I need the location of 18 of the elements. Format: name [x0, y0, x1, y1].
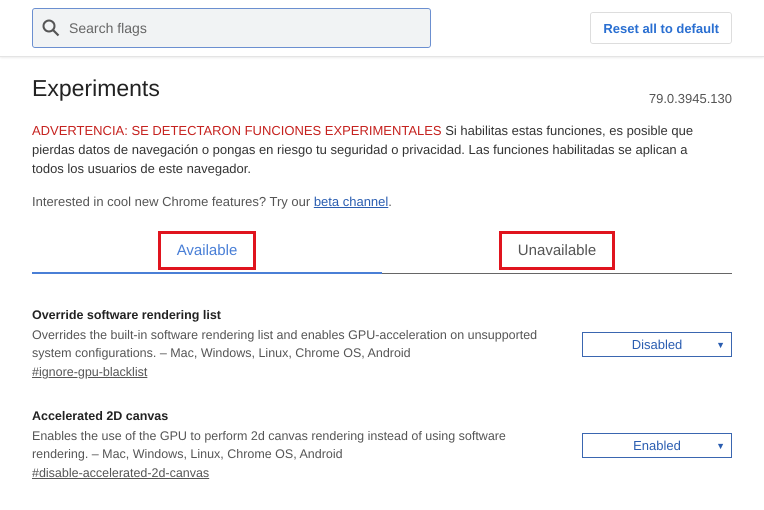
flag-dropdown[interactable]: Disabled ▼	[582, 332, 732, 357]
flag-description: Overrides the built-in software rendering list and enables GPU-acceleration on unsupported system configurations. – Mac, Windows, Linux, Chrome OS, Android	[32, 327, 538, 362]
flag-link[interactable]: #disable-accelerated-2d-canvas	[32, 466, 210, 480]
warning-text: ADVERTENCIA: SE DETECTARON FUNCIONES EXPERIMENTALES Si habilitas estas funciones, es posible que pierdas datos de navegación o pongas en riesgo tu seguridad o privacidad. Las funciones habilitadas se aplican a todos los usuarios de este navegador.	[32, 122, 694, 178]
version-number: 79.0.3945.130	[648, 91, 732, 106]
search-field[interactable]: Search flags	[32, 8, 431, 48]
flag-link[interactable]: #ignore-gpu-blacklist	[32, 365, 148, 379]
flag-description: Enables the use of the GPU to perform 2d canvas rendering instead of using software rendering. – Mac, Windows, Linux, Chrome OS, Android	[32, 428, 507, 463]
flag-dropdown[interactable]: Enabled ▼	[582, 433, 732, 458]
period-text: .	[388, 194, 392, 209]
beta-channel-link[interactable]: beta channel	[314, 194, 388, 209]
flag-name: Override software rendering list	[32, 308, 222, 322]
flag-name: Accelerated 2D canvas	[32, 409, 170, 423]
tab[interactable]: Unavailable	[498, 231, 616, 270]
page-title: Experiments	[32, 75, 160, 102]
reset-all-button[interactable]: Reset all to default	[590, 12, 732, 44]
promo-text: Interested in cool new Chrome features? Try our	[32, 194, 310, 209]
tab[interactable]: Available	[158, 231, 256, 270]
